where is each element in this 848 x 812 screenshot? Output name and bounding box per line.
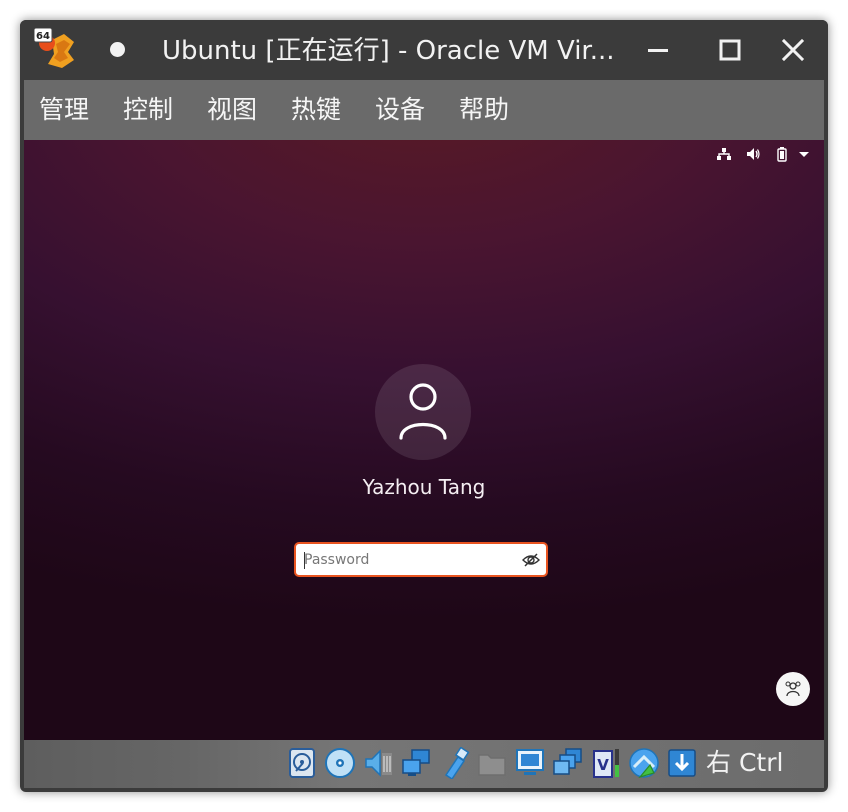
username-label: Yazhou Tang <box>362 475 486 499</box>
menu-control[interactable]: 控制 <box>123 92 173 128</box>
switch-user-icon <box>785 681 801 697</box>
volume-icon[interactable] <box>745 146 761 162</box>
window-title: Ubuntu [正在运行] - Oracle VM Vir... <box>162 36 615 66</box>
audio-icon[interactable] <box>362 747 394 779</box>
menu-hotkeys[interactable]: 热键 <box>291 92 341 128</box>
keyboard-capture-icon[interactable] <box>666 747 698 779</box>
app-icon-badge: 64 <box>36 31 50 42</box>
minimize-icon[interactable] <box>642 34 674 66</box>
password-input[interactable] <box>304 548 514 572</box>
virtualbox-window: 64 Ubuntu [正在运行] - Oracle VM Vir... 管理 控… <box>20 20 828 792</box>
virtualization-icon[interactable]: V <box>590 747 622 779</box>
text-caret <box>304 552 305 569</box>
close-icon[interactable] <box>777 34 809 66</box>
host-key-label: 右 Ctrl <box>706 748 784 777</box>
usb-icon[interactable] <box>438 747 470 779</box>
status-bar: V 右 Ctrl <box>24 740 824 788</box>
user-avatar[interactable] <box>375 364 471 460</box>
video-capture-icon[interactable] <box>552 747 584 779</box>
title-bar[interactable]: 64 Ubuntu [正在运行] - Oracle VM Vir... <box>20 20 828 80</box>
menu-manage[interactable]: 管理 <box>39 92 89 128</box>
guest-screen[interactable]: Yazhou Tang <box>24 140 824 740</box>
network-icon[interactable] <box>400 747 432 779</box>
virtualbox-app-icon[interactable]: 64 <box>34 28 78 72</box>
battery-icon[interactable] <box>774 146 790 162</box>
mouse-integration-icon[interactable] <box>628 747 660 779</box>
hard-disk-icon[interactable] <box>286 747 318 779</box>
user-avatar-icon <box>399 383 447 440</box>
show-password-eye-icon[interactable] <box>522 552 540 568</box>
network-wired-icon[interactable] <box>716 146 732 162</box>
system-menu-chevron-icon[interactable] <box>796 146 812 162</box>
menu-view[interactable]: 视图 <box>207 92 257 128</box>
menu-bar: 管理 控制 视图 热键 设备 帮助 <box>24 80 824 140</box>
password-field[interactable] <box>294 542 548 577</box>
menu-devices[interactable]: 设备 <box>375 92 425 128</box>
optical-drive-icon[interactable] <box>324 747 356 779</box>
menu-help[interactable]: 帮助 <box>459 92 509 128</box>
switch-user-button[interactable] <box>776 672 810 706</box>
svg-text:V: V <box>597 756 609 774</box>
pin-dot-icon[interactable] <box>110 42 125 57</box>
maximize-icon[interactable] <box>714 34 746 66</box>
display-icon[interactable] <box>514 747 546 779</box>
shared-folders-icon[interactable] <box>476 747 508 779</box>
